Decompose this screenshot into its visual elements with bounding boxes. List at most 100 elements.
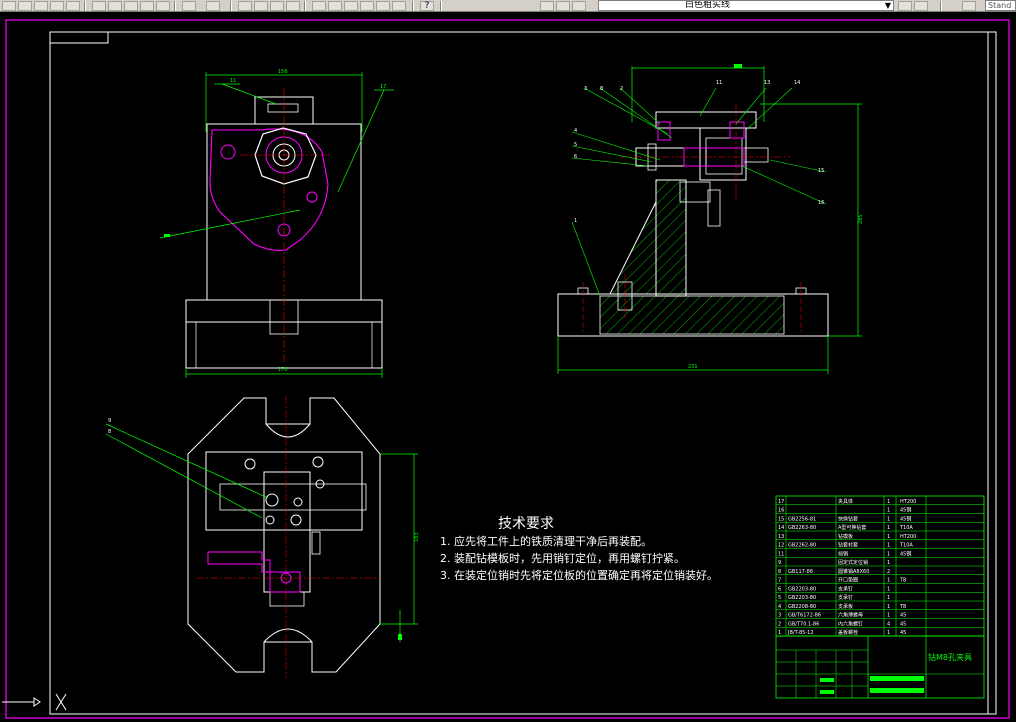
bom-cell-qty: 1	[887, 534, 890, 540]
bom-cell-qty: 1	[887, 578, 890, 584]
balloon-side-0: 3	[584, 86, 587, 92]
bom-cell-std: GB2256-81	[788, 516, 816, 522]
drawing-number-box	[49, 31, 109, 44]
print-icon[interactable]	[34, 1, 48, 11]
plot-preview-icon[interactable]	[50, 1, 64, 11]
paste-icon[interactable]	[124, 1, 138, 11]
bom-cell-std: JB/T-85-12	[787, 630, 814, 636]
bom-cell-mat: HT200	[900, 534, 916, 540]
bom-cell-qty: 1	[887, 551, 890, 557]
bom-cell-no: 3	[778, 613, 781, 619]
layer-dropdown[interactable]: 白色粗实线 ▼	[598, 0, 894, 11]
title-block: 钻M8孔夹具	[775, 635, 985, 699]
balloon-side-7: 5	[574, 142, 577, 148]
bom-cell-no: 6	[778, 586, 781, 592]
text-style-name: Stand	[988, 1, 1012, 10]
undo-icon[interactable]	[182, 1, 196, 11]
balloon-side-5: 14	[794, 80, 800, 86]
bom-cell-name: 挡销	[838, 550, 848, 557]
chevron-down-icon[interactable]: ▼	[885, 1, 891, 10]
balloon-top-1: 8	[108, 429, 111, 435]
copy-icon[interactable]	[108, 1, 122, 11]
bom-cell-std: GB/T6172-86	[788, 613, 821, 619]
bom-cell-name: 支承钉	[838, 594, 853, 601]
tech-title: 技术要求	[498, 516, 554, 532]
bom-cell-mat: T10A	[899, 525, 913, 531]
cut-icon[interactable]	[92, 1, 106, 11]
balloon-front-top: 11	[230, 78, 236, 84]
dim-front-bottom: 170	[278, 367, 288, 373]
ucs-icon	[2, 693, 67, 711]
bom-cell-no: 11	[778, 551, 784, 557]
zoom-realtime-icon[interactable]	[254, 1, 268, 11]
bom-cell-std: GB2208-80	[788, 604, 816, 610]
bom-cell-mat: 45	[900, 630, 906, 636]
publish-icon[interactable]	[66, 1, 80, 11]
tech-note-2: 2. 装配钻模板时，先用销钉定位，再用螺钉拧紧。	[440, 551, 685, 565]
balloon-side-6: 4	[574, 128, 577, 134]
text-style-icon[interactable]	[962, 1, 976, 11]
bom-cell-no: 14	[778, 525, 784, 531]
bom-cell-name: A型可换钻套	[838, 524, 866, 531]
bom-cell-name: 内六角螺钉	[838, 620, 863, 627]
tool-palettes-icon[interactable]	[344, 1, 358, 11]
markup-icon[interactable]	[376, 1, 390, 11]
bom-cell-qty: 1	[887, 508, 890, 514]
balloon-side-8: 6	[574, 154, 577, 160]
layer-states-icon[interactable]	[572, 1, 586, 11]
bom-cell-name: 支承钉	[838, 585, 853, 592]
bom-cell-no: 9	[778, 560, 781, 566]
help-icon[interactable]: ?	[420, 1, 434, 11]
bom-cell-name: 开口垫圈	[838, 577, 858, 584]
technical-requirements: 技术要求 1. 应先将工件上的铁质清理干净后再装配。 2. 装配钻模板时，先用销…	[440, 516, 718, 582]
layer-previous-icon-2[interactable]	[914, 1, 928, 11]
zoom-previous-icon[interactable]	[286, 1, 300, 11]
text-style-dropdown[interactable]: Stand	[985, 0, 1016, 11]
zoom-window-icon[interactable]	[270, 1, 284, 11]
bom-cell-mat: 45	[900, 613, 906, 619]
bom-cell-mat: HT200	[900, 499, 916, 505]
match-properties-icon[interactable]	[140, 1, 154, 11]
bom-cell-std: GB2203-80	[788, 586, 816, 592]
dim-top-height: 183	[414, 532, 420, 542]
design-center-icon[interactable]	[328, 1, 342, 11]
balloon-side-11: 16	[818, 200, 824, 206]
layer-manager-icon[interactable]	[540, 1, 554, 11]
balloon-front-right: 17	[380, 84, 386, 90]
balloon-side-10: 15	[818, 168, 824, 174]
bom-cell-no: 1	[778, 630, 781, 636]
bom-cell-std: GB117-86	[788, 569, 813, 575]
bom-cell-mat: 45钢	[900, 550, 911, 557]
block-editor-icon[interactable]	[156, 1, 170, 11]
sheet-set-icon[interactable]	[360, 1, 374, 11]
balloon-side-4: 13	[764, 80, 770, 86]
save-icon[interactable]	[18, 1, 32, 11]
bom-cell-no: 2	[778, 621, 781, 627]
bom-cell-qty: 1	[887, 604, 890, 610]
layer-previous-icon[interactable]	[556, 1, 570, 11]
balloon-top-0: 9	[108, 418, 111, 424]
bom-cell-no: 16	[778, 508, 784, 514]
make-current-layer-icon[interactable]	[898, 1, 912, 11]
quickcalc-icon[interactable]	[392, 1, 406, 11]
bom-cell-qty: 1	[887, 595, 890, 601]
bom-cell-name: 钻套衬套	[838, 542, 858, 549]
bom-cell-name: 固定式定位销	[838, 559, 868, 566]
drawing-canvas[interactable]: 156 170 11 17 285 231 3 8 2 11 13 14 4 5…	[0, 12, 1016, 722]
redo-icon[interactable]	[206, 1, 220, 11]
standard-toolbar: ? 白色粗实线 ▼ Stand	[0, 0, 1016, 12]
bom-cell-no: 17	[778, 499, 784, 505]
bom-cell-name: 快换钻套	[838, 515, 858, 522]
properties-icon[interactable]	[312, 1, 326, 11]
front-view: 156 170 11 17	[159, 69, 394, 378]
open-icon[interactable]	[2, 1, 16, 11]
bom-cell-qty: 1	[887, 525, 890, 531]
bom-cell-mat: T8	[899, 604, 906, 610]
bom-cell-name: 钻模板	[838, 533, 853, 540]
bom-cell-no: 15	[778, 516, 784, 522]
bom-cell-qty: 2	[887, 569, 890, 575]
bom-cell-no: 5	[778, 595, 781, 601]
bom-cell-mat: 45钢	[900, 507, 911, 514]
bom-cell-qty: 1	[887, 586, 890, 592]
pan-icon[interactable]	[238, 1, 252, 11]
